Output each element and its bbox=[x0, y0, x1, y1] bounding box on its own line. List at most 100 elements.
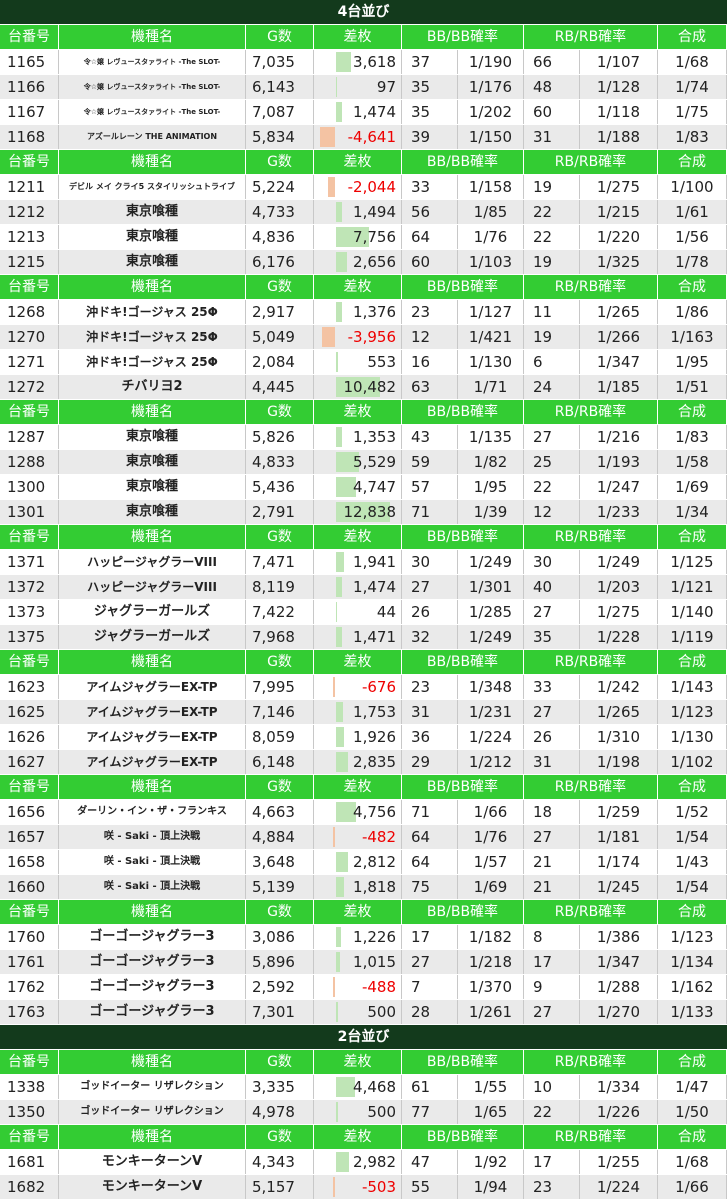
coin-difference: 1,941 bbox=[314, 550, 402, 574]
column-header: BB/BB確率 bbox=[402, 400, 524, 424]
difference-bar bbox=[336, 1102, 338, 1122]
combined-probability: 1/163 bbox=[658, 325, 727, 349]
bb-probability: 1/94 bbox=[458, 1175, 524, 1199]
column-header: 差枚 bbox=[314, 400, 402, 424]
game-count: 5,224 bbox=[246, 175, 314, 199]
coin-difference-value: 12,838 bbox=[343, 503, 397, 521]
coin-difference-value: 4,747 bbox=[353, 478, 396, 496]
machine-number: 1625 bbox=[0, 700, 59, 724]
machine-number: 1681 bbox=[0, 1150, 59, 1174]
column-header: 合成 bbox=[658, 525, 727, 549]
coin-difference-value: -4,641 bbox=[347, 128, 396, 146]
rb-probability: 1/266 bbox=[580, 325, 658, 349]
rb-count: 10 bbox=[524, 1075, 580, 1099]
bb-probability: 1/231 bbox=[458, 700, 524, 724]
difference-bar bbox=[333, 677, 335, 697]
coin-difference-value: 1,494 bbox=[353, 203, 396, 221]
bb-probability: 1/224 bbox=[458, 725, 524, 749]
coin-difference: 553 bbox=[314, 350, 402, 374]
coin-difference-value: 1,353 bbox=[353, 428, 396, 446]
column-header-row: 台番号 機種名 G数 差枚 BB/BB確率 RB/RB確率 合成 bbox=[0, 400, 727, 425]
machine-number: 1168 bbox=[0, 125, 59, 149]
bb-count: 31 bbox=[402, 700, 458, 724]
column-header: BB/BB確率 bbox=[402, 275, 524, 299]
combined-probability: 1/54 bbox=[658, 875, 727, 899]
rb-probability: 1/128 bbox=[580, 75, 658, 99]
coin-difference-value: 3,618 bbox=[353, 53, 396, 71]
rb-probability: 1/188 bbox=[580, 125, 658, 149]
coin-difference: 2,982 bbox=[314, 1150, 402, 1174]
combined-probability: 1/102 bbox=[658, 750, 727, 774]
table-row: 1373 ジャグラーガールズ 7,422 44 26 1/285 27 1/275 1/140 bbox=[0, 600, 727, 625]
coin-difference-value: -676 bbox=[361, 678, 396, 696]
column-header: RB/RB確率 bbox=[524, 25, 658, 49]
bb-count: 77 bbox=[402, 1100, 458, 1124]
machine-number: 1371 bbox=[0, 550, 59, 574]
column-header-row: 台番号 機種名 G数 差枚 BB/BB確率 RB/RB確率 合成 bbox=[0, 900, 727, 925]
coin-difference: 97 bbox=[314, 75, 402, 99]
column-header: 合成 bbox=[658, 1050, 727, 1074]
combined-probability: 1/95 bbox=[658, 350, 727, 374]
machine-name: ハッピージャグラーVIII bbox=[59, 575, 246, 599]
combined-probability: 1/100 bbox=[658, 175, 727, 199]
rb-probability: 1/215 bbox=[580, 200, 658, 224]
game-count: 4,663 bbox=[246, 800, 314, 824]
difference-bar bbox=[322, 327, 335, 347]
column-header: G数 bbox=[246, 650, 314, 674]
game-count: 5,157 bbox=[246, 1175, 314, 1199]
column-header-row: 台番号 機種名 G数 差枚 BB/BB確率 RB/RB確率 合成 bbox=[0, 775, 727, 800]
coin-difference: 1,471 bbox=[314, 625, 402, 649]
bb-probability: 1/82 bbox=[458, 450, 524, 474]
machine-name: ゴーゴージャグラー3 bbox=[59, 925, 246, 949]
coin-difference: 2,835 bbox=[314, 750, 402, 774]
coin-difference-value: 7,756 bbox=[353, 228, 396, 246]
column-header: 差枚 bbox=[314, 25, 402, 49]
difference-bar bbox=[336, 952, 340, 972]
table-row: 1375 ジャグラーガールズ 7,968 1,471 32 1/249 35 1/228 1/1… bbox=[0, 625, 727, 650]
bb-probability: 1/158 bbox=[458, 175, 524, 199]
rb-count: 60 bbox=[524, 100, 580, 124]
coin-difference-value: 500 bbox=[367, 1003, 396, 1021]
machine-number: 1372 bbox=[0, 575, 59, 599]
column-header: 差枚 bbox=[314, 900, 402, 924]
bb-count: 16 bbox=[402, 350, 458, 374]
machine-number: 1626 bbox=[0, 725, 59, 749]
bb-count: 63 bbox=[402, 375, 458, 399]
column-header: 台番号 bbox=[0, 525, 59, 549]
coin-difference: 1,226 bbox=[314, 925, 402, 949]
bb-probability: 1/76 bbox=[458, 225, 524, 249]
machine-name: アズールレーン THE ANIMATION bbox=[59, 125, 246, 149]
coin-difference: 1,494 bbox=[314, 200, 402, 224]
machine-name: デビル メイ クライ5 スタイリッシュトライブ bbox=[59, 175, 246, 199]
rb-probability: 1/233 bbox=[580, 500, 658, 524]
rb-count: 31 bbox=[524, 750, 580, 774]
combined-probability: 1/56 bbox=[658, 225, 727, 249]
machine-number: 1760 bbox=[0, 925, 59, 949]
machine-name: 東京喰種 bbox=[59, 250, 246, 274]
machine-name: 東京喰種 bbox=[59, 200, 246, 224]
bb-probability: 1/348 bbox=[458, 675, 524, 699]
combined-probability: 1/68 bbox=[658, 1150, 727, 1174]
game-count: 5,896 bbox=[246, 950, 314, 974]
machine-name: アイムジャグラーEX-TP bbox=[59, 725, 246, 749]
column-header: RB/RB確率 bbox=[524, 400, 658, 424]
column-header: 台番号 bbox=[0, 1050, 59, 1074]
rb-probability: 1/198 bbox=[580, 750, 658, 774]
bb-count: 7 bbox=[402, 975, 458, 999]
coin-difference: 1,015 bbox=[314, 950, 402, 974]
coin-difference-value: 1,471 bbox=[353, 628, 396, 646]
column-header: BB/BB確率 bbox=[402, 900, 524, 924]
column-header: G数 bbox=[246, 775, 314, 799]
coin-difference: 4,756 bbox=[314, 800, 402, 824]
table-row: 1660 咲 - Saki - 頂上決戦 5,139 1,818 75 1/69 21 1/2… bbox=[0, 875, 727, 900]
bb-probability: 1/55 bbox=[458, 1075, 524, 1099]
rb-count: 24 bbox=[524, 375, 580, 399]
coin-difference-value: 97 bbox=[376, 78, 396, 96]
column-header: G数 bbox=[246, 1050, 314, 1074]
game-count: 5,049 bbox=[246, 325, 314, 349]
rb-probability: 1/288 bbox=[580, 975, 658, 999]
bb-count: 64 bbox=[402, 225, 458, 249]
combined-probability: 1/75 bbox=[658, 100, 727, 124]
rb-probability: 1/224 bbox=[580, 1175, 658, 1199]
column-header: BB/BB確率 bbox=[402, 650, 524, 674]
